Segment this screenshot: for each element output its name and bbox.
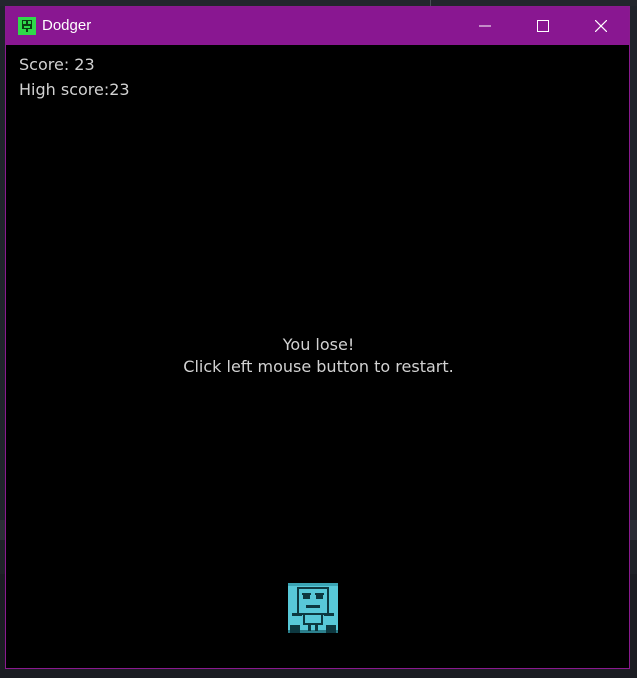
game-window: Dodger Score: 23 High score:23 You lose!… bbox=[5, 6, 630, 669]
title-bar[interactable]: Dodger bbox=[6, 7, 629, 45]
player-face-icon bbox=[288, 583, 338, 633]
minimize-button[interactable] bbox=[456, 7, 514, 45]
maximize-icon bbox=[537, 20, 549, 32]
score-label: Score: 23 bbox=[19, 55, 95, 74]
maximize-button[interactable] bbox=[514, 7, 572, 45]
game-over-line: You lose! bbox=[282, 335, 355, 354]
app-icon bbox=[18, 17, 36, 35]
close-icon bbox=[595, 20, 607, 32]
high-score-label: High score:23 bbox=[19, 80, 130, 99]
window-title: Dodger bbox=[42, 17, 92, 34]
restart-instruction: Click left mouse button to restart. bbox=[183, 357, 454, 376]
close-button[interactable] bbox=[572, 7, 630, 45]
game-over-message: You lose! Click left mouse button to res… bbox=[6, 334, 631, 378]
game-canvas[interactable]: Score: 23 High score:23 You lose! Click … bbox=[6, 45, 629, 668]
minimize-icon bbox=[479, 25, 491, 27]
